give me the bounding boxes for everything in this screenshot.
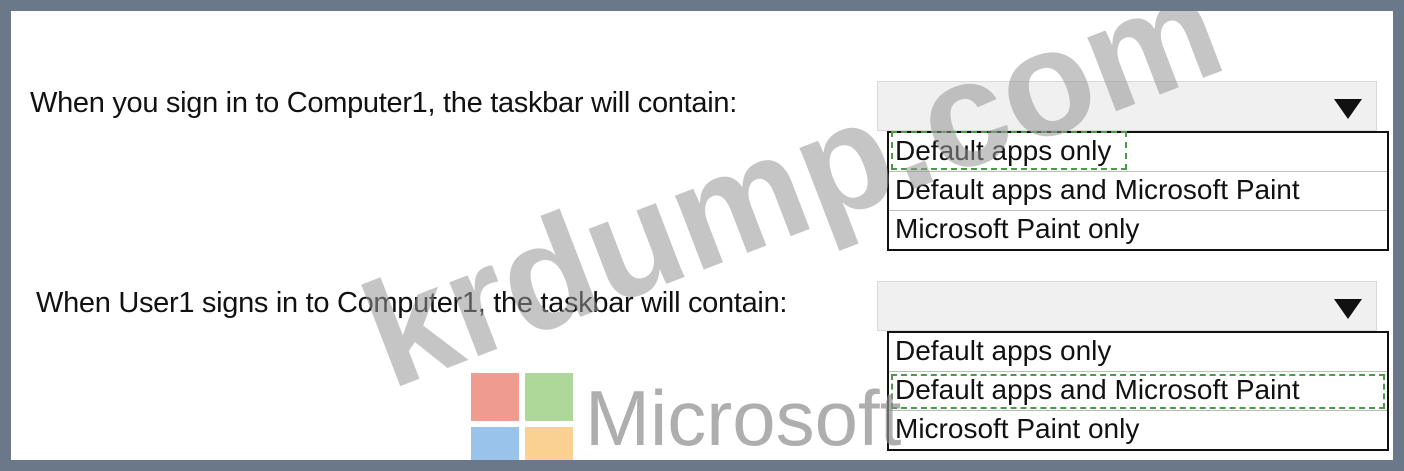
logo-square-green <box>525 373 573 421</box>
question-1-options: Default apps only Default apps and Micro… <box>887 131 1389 251</box>
question-1-dropdown[interactable]: Default apps only Default apps and Micro… <box>877 81 1389 251</box>
option-default-apps-only[interactable]: Default apps only <box>889 131 1387 172</box>
option-default-apps-and-paint[interactable]: Default apps and Microsoft Paint <box>889 372 1387 411</box>
question-1-dropdown-header[interactable] <box>877 81 1377 131</box>
question-2-dropdown[interactable]: Default apps only Default apps and Micro… <box>877 281 1389 451</box>
question-1-label: When you sign in to Computer1, the taskb… <box>30 87 737 119</box>
question-frame: When you sign in to Computer1, the taskb… <box>0 0 1404 471</box>
question-2-dropdown-header[interactable] <box>877 281 1377 331</box>
microsoft-wordmark: Microsoft <box>585 374 902 462</box>
option-default-apps-only[interactable]: Default apps only <box>889 333 1387 372</box>
logo-square-yellow <box>525 427 573 460</box>
question-2-label: When User1 signs in to Computer1, the ta… <box>36 287 788 319</box>
option-paint-only[interactable]: Microsoft Paint only <box>889 411 1387 449</box>
logo-square-blue <box>471 427 519 460</box>
question-2-options: Default apps only Default apps and Micro… <box>887 331 1389 451</box>
triangle-down-icon[interactable] <box>1334 299 1362 319</box>
triangle-down-icon[interactable] <box>1334 99 1362 119</box>
option-default-apps-and-paint[interactable]: Default apps and Microsoft Paint <box>889 172 1387 211</box>
logo-square-red <box>471 373 519 421</box>
microsoft-logo <box>471 373 575 460</box>
option-paint-only[interactable]: Microsoft Paint only <box>889 211 1387 249</box>
